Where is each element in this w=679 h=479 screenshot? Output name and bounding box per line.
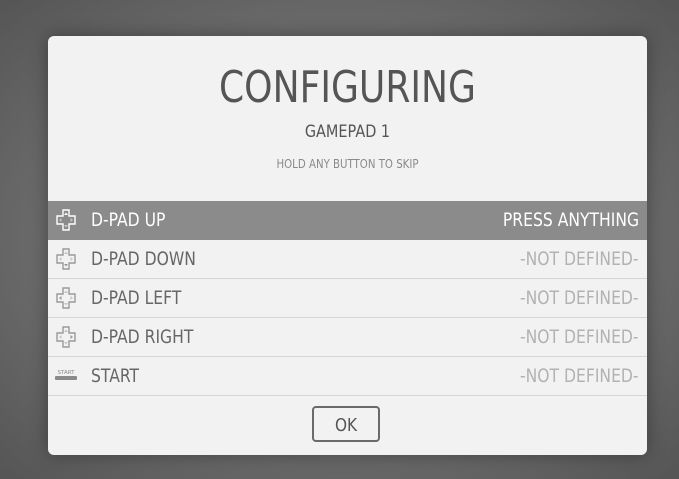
start-button-icon: START	[55, 370, 77, 380]
input-row-dpad-right[interactable]: D-PAD RIGHT -NOT DEFINED-	[48, 318, 647, 357]
input-status: -NOT DEFINED-	[520, 248, 639, 270]
input-row-dpad-left[interactable]: D-PAD LEFT -NOT DEFINED-	[48, 279, 647, 318]
ok-button-label: OK	[334, 415, 358, 436]
input-status: PRESS ANYTHING	[502, 209, 639, 231]
input-status: -NOT DEFINED-	[520, 326, 639, 348]
input-status: -NOT DEFINED-	[520, 287, 639, 309]
input-row-start[interactable]: START START -NOT DEFINED-	[48, 357, 647, 396]
input-row-dpad-down[interactable]: D-PAD DOWN -NOT DEFINED-	[48, 240, 647, 279]
configure-input-dialog: CONFIGURING GAMEPAD 1 HOLD ANY BUTTON TO…	[48, 36, 647, 455]
device-name: GAMEPAD 1	[304, 122, 391, 142]
input-label: D-PAD UP	[91, 209, 166, 231]
input-label: D-PAD DOWN	[91, 248, 196, 270]
input-status: -NOT DEFINED-	[520, 365, 639, 387]
skip-hint: HOLD ANY BUTTON TO SKIP	[276, 157, 419, 171]
dpad-right-icon	[56, 326, 76, 348]
start-icon-text: START	[58, 370, 76, 376]
input-row-dpad-up[interactable]: D-PAD UP PRESS ANYTHING	[48, 201, 647, 240]
input-mapping-list: D-PAD UP PRESS ANYTHING D-PAD DOWN -NOT …	[48, 201, 647, 396]
ok-button[interactable]: OK	[312, 406, 380, 442]
input-label: START	[91, 365, 140, 387]
dpad-up-icon	[56, 209, 76, 231]
dpad-left-icon	[56, 287, 76, 309]
dpad-down-icon	[56, 248, 76, 270]
dialog-title: CONFIGURING	[218, 62, 476, 113]
input-label: D-PAD LEFT	[91, 287, 182, 309]
input-label: D-PAD RIGHT	[91, 326, 194, 348]
